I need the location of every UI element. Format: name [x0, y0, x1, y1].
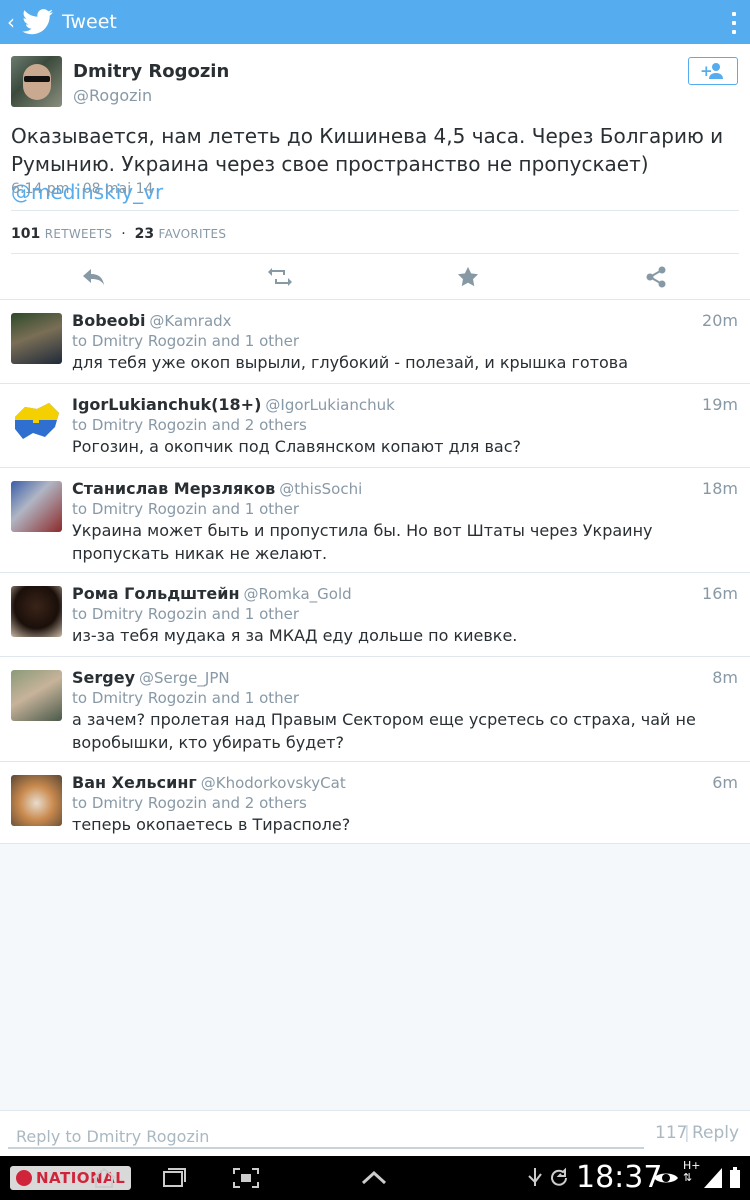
reply-avatar[interactable]: [11, 481, 62, 532]
author-name[interactable]: Dmitry Rogozin: [73, 61, 229, 82]
back-button[interactable]: ‹: [2, 10, 20, 34]
appbar-title: Tweet: [62, 11, 117, 33]
status-clock: 18:37: [576, 1160, 663, 1195]
reply-time: 20m: [702, 311, 738, 330]
reply-icon[interactable]: [81, 264, 107, 290]
reply-recipients: to Dmitry Rogozin and 1 other: [72, 689, 300, 707]
eye-icon: [654, 1173, 678, 1183]
signal-icon: [704, 1168, 722, 1188]
reply-author[interactable]: Рома Гольдштейн @Romka_Gold: [72, 584, 352, 603]
reply-text: Украина может быть и пропустила бы. Но в…: [72, 521, 653, 563]
reply-recipients: to Dmitry Rogozin and 1 other: [72, 500, 300, 518]
tweet-body: Оказывается, нам лететь до Кишинева 4,5 …: [11, 124, 724, 176]
share-icon[interactable]: [643, 264, 669, 290]
reply-item[interactable]: Станислав Мерзляков @thisSochi 18m to Dmi…: [0, 468, 750, 573]
follow-button[interactable]: +: [688, 57, 738, 85]
reply-recipients: to Dmitry Rogozin and 1 other: [72, 605, 300, 623]
reply-avatar[interactable]: [11, 313, 62, 364]
reply-submit-button[interactable]: Reply: [692, 1123, 739, 1143]
reply-avatar[interactable]: [11, 670, 62, 721]
reply-time: 8m: [712, 668, 738, 687]
reply-time: 18m: [702, 479, 738, 498]
reply-text: а зачем? пролетая над Правым Сектором ещ…: [72, 710, 696, 752]
reply-text: теперь окопаетесь в Тирасполе?: [72, 815, 351, 834]
retweet-icon[interactable]: [267, 264, 293, 290]
reply-time: 6m: [712, 773, 738, 792]
reply-item[interactable]: IgorLukianchuk(18+) @IgorLukianchuk 19m t…: [0, 384, 750, 468]
favorites-stat[interactable]: 23 FAVORITES: [135, 226, 227, 242]
twitter-bird-icon[interactable]: [22, 9, 54, 35]
reply-author[interactable]: IgorLukianchuk(18+) @IgorLukianchuk: [72, 395, 395, 414]
overflow-menu-icon[interactable]: [732, 12, 736, 34]
battery-icon: [730, 1167, 740, 1188]
system-bar: NATIONAL 18:37 H+ ⇅: [0, 1156, 750, 1200]
network-type: H+ ⇅: [683, 1159, 701, 1184]
add-user-icon: +: [700, 62, 723, 80]
usb-icon: [528, 1168, 542, 1186]
reply-recipients: to Dmitry Rogozin and 2 others: [72, 794, 307, 812]
reply-author[interactable]: Sergey @Serge_JPN: [72, 668, 230, 687]
reply-text: для тебя уже окоп вырыли, глубокий - пол…: [72, 353, 629, 372]
reply-text: из-за тебя мудака я за МКАД еду дольше п…: [72, 626, 518, 645]
reply-time: 16m: [702, 584, 738, 603]
reply-avatar[interactable]: [11, 586, 62, 637]
reply-compose-bar: 117 | Reply: [0, 1110, 750, 1157]
reply-item[interactable]: Ван Хельсинг @KhodorkovskyCat 6m to Dmitr…: [0, 762, 750, 844]
reply-author[interactable]: Станислав Мерзляков @thisSochi: [72, 479, 362, 498]
reply-author[interactable]: Ван Хельсинг @KhodorkovskyCat: [72, 773, 346, 792]
app-bar: ‹ Tweet: [0, 0, 750, 44]
reply-avatar[interactable]: [11, 397, 62, 448]
home-icon[interactable]: [90, 1166, 118, 1190]
reply-item[interactable]: Рома Гольдштейн @Romka_Gold 16m to Dmitry…: [0, 573, 750, 657]
reply-avatar[interactable]: [11, 775, 62, 826]
chevron-up-icon[interactable]: [360, 1166, 388, 1190]
reply-item[interactable]: Sergey @Serge_JPN 8m to Dmitry Rogozin an…: [0, 657, 750, 762]
reply-time: 19m: [702, 395, 738, 414]
tweet-timestamp: 6:14 pm · 08 mai 14: [11, 181, 154, 197]
sync-icon: [551, 1167, 567, 1186]
reply-recipients: to Dmitry Rogozin and 2 others: [72, 416, 307, 434]
reply-author[interactable]: Bobeobi @Kamradx: [72, 311, 232, 330]
reply-text: Рогозин, а окопчик под Славянском копают…: [72, 437, 522, 456]
char-counter: 117: [655, 1123, 688, 1143]
tweet-stats: 101 RETWEETS · 23 FAVORITES: [11, 226, 227, 242]
reply-input[interactable]: [8, 1121, 644, 1149]
compose-separator: |: [684, 1123, 690, 1143]
reply-recipients: to Dmitry Rogozin and 1 other: [72, 332, 300, 350]
divider: [11, 210, 739, 211]
divider: [11, 253, 739, 254]
recent-apps-icon[interactable]: [160, 1166, 188, 1190]
retweets-stat[interactable]: 101 RETWEETS: [11, 226, 112, 242]
favorite-star-icon[interactable]: [455, 264, 481, 290]
author-handle[interactable]: @Rogozin: [73, 86, 152, 105]
screenshot-icon[interactable]: [232, 1166, 260, 1190]
author-avatar[interactable]: [11, 56, 62, 107]
main-tweet: Dmitry Rogozin @Rogozin + Оказывается, н…: [0, 44, 750, 300]
reply-item[interactable]: Bobeobi @Kamradx 20m to Dmitry Rogozin an…: [0, 300, 750, 384]
